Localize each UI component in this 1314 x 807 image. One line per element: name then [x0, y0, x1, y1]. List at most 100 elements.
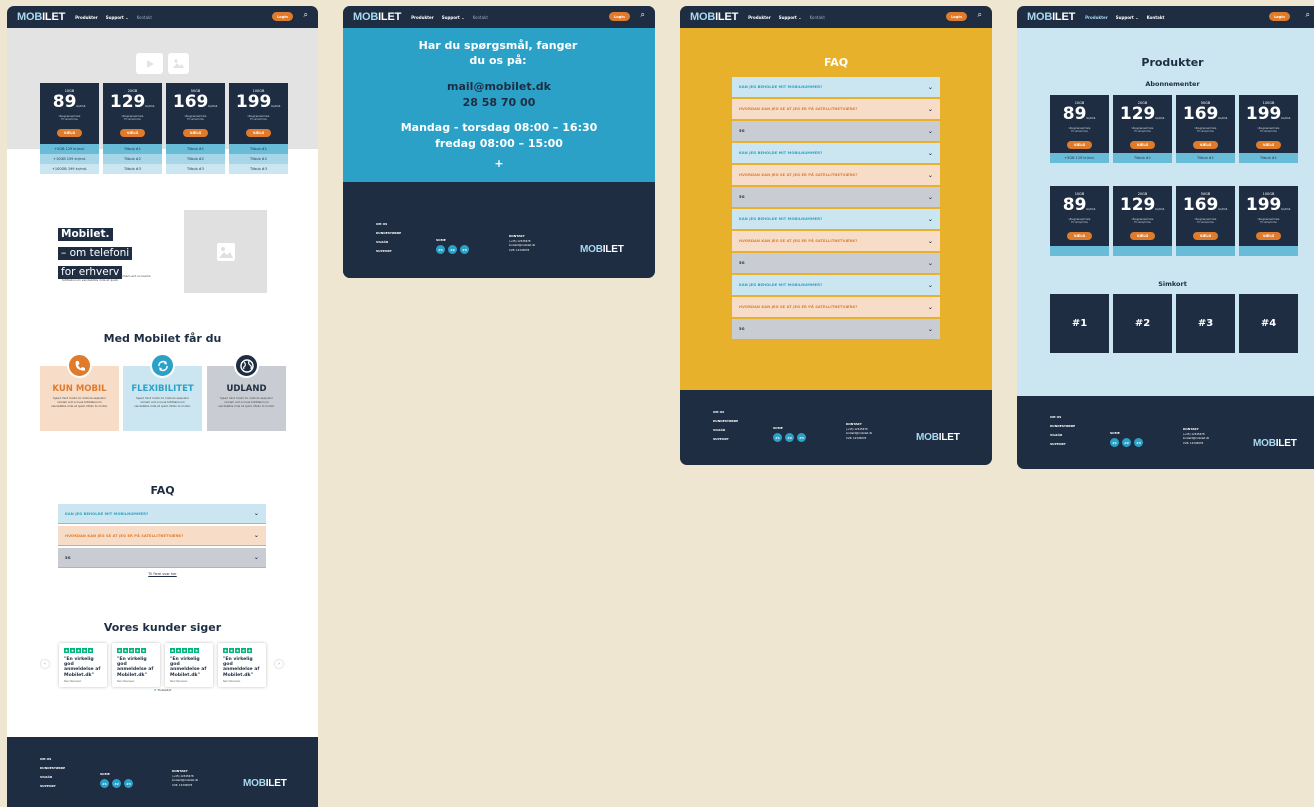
plan-card[interactable]: 10GB 89kr/md. Ubegrænset tale Fri sms/mms VÆ… — [40, 83, 99, 144]
faq-item[interactable]: 5G ⌄ — [732, 253, 940, 273]
footer-link[interactable]: SUPPORT — [376, 247, 401, 256]
faq-item[interactable]: HVORDAN KAN JEG SE AT JEG ER PÅ SATELLIT… — [732, 165, 940, 185]
logo[interactable]: MOBILET — [690, 11, 738, 23]
review-card[interactable]: ★ ★ ★ ★ ★ "En virkelig god anmeldelse af Mobi… — [112, 643, 160, 687]
social-icon[interactable]: #2 — [112, 779, 121, 788]
plan-card[interactable]: 20GB 129kr/md. Ubegrænset tale Fri sms/mms V… — [1113, 186, 1172, 247]
review-card[interactable]: ★ ★ ★ ★ ★ "En virkelig god anmeldelse af Mobi… — [218, 643, 266, 687]
nav-item-produkter[interactable]: Produkter — [75, 15, 98, 20]
chevron-down-icon[interactable]: ⌄ — [928, 260, 933, 267]
plan-addon[interactable]: Tilbub #3 — [103, 164, 162, 174]
footer-link[interactable]: VILKÅR — [1050, 431, 1075, 440]
plus-icon[interactable]: + — [343, 157, 655, 170]
choose-plan-button[interactable]: VÆLG — [1067, 141, 1092, 149]
footer-link[interactable]: VILKÅR — [40, 773, 65, 782]
search-icon[interactable]: ⌕ — [978, 11, 982, 19]
faq-item[interactable]: KAN JEG BEHOLDE MIT MOBILNUMMER? ⌄ — [732, 209, 940, 229]
login-button[interactable]: Login — [946, 12, 967, 21]
footer-link[interactable]: KUNDESTØRRE — [376, 229, 401, 238]
social-icon[interactable]: #1 — [773, 433, 782, 442]
choose-plan-button[interactable]: VÆLG — [1193, 141, 1218, 149]
plan-addon[interactable]: Tilbub #3 — [229, 164, 288, 174]
nav-item-kontakt[interactable]: Kontakt — [1147, 15, 1165, 20]
nav-item-kontakt[interactable]: Kontakt — [810, 15, 825, 20]
chevron-down-icon[interactable]: ⌄ — [928, 216, 933, 223]
faq-item[interactable]: KAN JEG BEHOLDE MIT MOBILNUMMER? ⌄ — [58, 504, 266, 524]
plan-card[interactable]: 50GB 169kr/md. Ubegrænset tale Fri sms/mms V… — [166, 83, 225, 144]
footer-logo[interactable]: MOBILET — [580, 244, 624, 255]
nav-item-produkter[interactable]: Produkter — [748, 15, 771, 20]
chevron-down-icon[interactable]: ⌄ — [928, 238, 933, 245]
chevron-down-icon[interactable]: ⌄ — [928, 84, 933, 91]
nav-item-produkter[interactable]: Produkter — [411, 15, 434, 20]
plan-addon[interactable]: Tilbub #1 — [1176, 153, 1235, 163]
faq-item[interactable]: KAN JEG BEHOLDE MIT MOBILNUMMER? ⌄ — [732, 143, 940, 163]
faq-item[interactable]: 5G ⌄ — [58, 548, 266, 568]
chevron-down-icon[interactable]: ⌄ — [928, 106, 933, 113]
faq-item[interactable]: 5G ⌄ — [732, 121, 940, 141]
search-icon[interactable]: ⌕ — [304, 11, 308, 19]
choose-plan-button[interactable]: VÆLG — [1130, 232, 1155, 240]
chevron-down-icon[interactable]: ⌄ — [928, 128, 933, 135]
plan-addon[interactable]: Tilbub #3 — [166, 164, 225, 174]
footer-link[interactable]: OM OS — [376, 220, 401, 229]
simcard-tile[interactable]: #2 — [1113, 294, 1172, 353]
footer-link[interactable]: OM OS — [1050, 413, 1075, 422]
chevron-down-icon[interactable]: ⌄ — [928, 282, 933, 289]
review-card[interactable]: ★ ★ ★ ★ ★ "En virkelig god anmeldelse af Mobi… — [165, 643, 213, 687]
footer-link[interactable]: VILKÅR — [713, 426, 738, 435]
nav-item-produkter[interactable]: Produkter — [1085, 15, 1108, 20]
choose-plan-button[interactable]: VÆLG — [246, 129, 271, 137]
logo[interactable]: MOBILET — [1027, 11, 1075, 23]
chevron-down-icon[interactable]: ⌄ — [928, 326, 933, 333]
choose-plan-button[interactable]: VÆLG — [120, 129, 145, 137]
footer-link[interactable]: SUPPORT — [1050, 440, 1075, 449]
plan-card[interactable]: 100GB 199kr/md. Ubegrænset tale Fri sms/mms… — [229, 83, 288, 144]
footer-link[interactable]: KUNDESTØRRE — [40, 764, 65, 773]
social-icon[interactable]: #1 — [436, 245, 445, 254]
faq-item[interactable]: KAN JEG BEHOLDE MIT MOBILNUMMER? ⌄ — [732, 275, 940, 295]
plan-addon[interactable]: Tilbub #2 — [229, 154, 288, 164]
plan-card[interactable]: 10GB 89kr/md. Ubegrænset tale Fri sms/mms VÆ… — [1050, 95, 1109, 156]
faq-item[interactable]: HVORDAN KAN JEG SE AT JEG ER PÅ SATELLIT… — [58, 526, 266, 546]
choose-plan-button[interactable]: VÆLG — [1256, 141, 1281, 149]
login-button[interactable]: Login — [1269, 12, 1290, 21]
faq-item[interactable]: KAN JEG BEHOLDE MIT MOBILNUMMER? ⌄ — [732, 77, 940, 97]
footer-logo[interactable]: MOBILET — [1253, 438, 1297, 449]
footer-link[interactable]: KUNDESTØRRE — [713, 417, 738, 426]
chevron-down-icon[interactable]: ⌄ — [928, 194, 933, 201]
faq-item[interactable]: 5G ⌄ — [732, 187, 940, 207]
nav-item-support[interactable]: Support ⌄ — [1116, 15, 1139, 20]
social-icon[interactable]: #2 — [785, 433, 794, 442]
plan-addon[interactable]: +5GB 129 kr/md. — [40, 144, 99, 154]
plan-card[interactable]: 20GB 129kr/md. Ubegrænset tale Fri sms/mms V… — [1113, 95, 1172, 156]
faq-more-link[interactable]: Til flere svar her — [7, 572, 318, 576]
logo[interactable]: MOBILET — [353, 11, 401, 23]
footer-link[interactable]: SUPPORT — [40, 782, 65, 791]
search-icon[interactable]: ⌕ — [641, 11, 645, 19]
social-icon[interactable]: #3 — [124, 779, 133, 788]
plan-addon[interactable]: +10GB 159 kr/md. — [40, 154, 99, 164]
chevron-down-icon[interactable]: ⌄ — [928, 304, 933, 311]
plan-card[interactable]: 50GB 169kr/md. Ubegrænset tale Fri sms/mms V… — [1176, 95, 1235, 156]
simcard-tile[interactable]: #4 — [1239, 294, 1298, 353]
plan-card[interactable]: 20GB 129kr/md. Ubegrænset tale Fri sms/mms V… — [103, 83, 162, 144]
simcard-tile[interactable]: #3 — [1176, 294, 1235, 353]
footer-link[interactable]: VILKÅR — [376, 238, 401, 247]
login-button[interactable]: Login — [272, 12, 293, 21]
choose-plan-button[interactable]: VÆLG — [1193, 232, 1218, 240]
chevron-down-icon[interactable]: ⌄ — [254, 510, 259, 517]
plan-card[interactable]: 10GB 89kr/md. Ubegrænset tale Fri sms/mms VÆ… — [1050, 186, 1109, 247]
choose-plan-button[interactable]: VÆLG — [1130, 141, 1155, 149]
chevron-down-icon[interactable]: ⌄ — [254, 554, 259, 561]
search-icon[interactable]: ⌕ — [1306, 11, 1310, 19]
plan-addon[interactable]: Tilbub #1 — [1239, 153, 1298, 163]
choose-plan-button[interactable]: VÆLG — [1067, 232, 1092, 240]
footer-link[interactable]: OM OS — [713, 408, 738, 417]
chevron-left-icon[interactable]: ‹ — [41, 660, 49, 668]
nav-item-support[interactable]: Support ⌄ — [106, 15, 129, 20]
footer-logo[interactable]: MOBILET — [916, 432, 960, 443]
faq-item[interactable]: HVORDAN KAN JEG SE AT JEG ER PÅ SATELLIT… — [732, 99, 940, 119]
social-icon[interactable]: #3 — [1134, 438, 1143, 447]
choose-plan-button[interactable]: VÆLG — [57, 129, 82, 137]
